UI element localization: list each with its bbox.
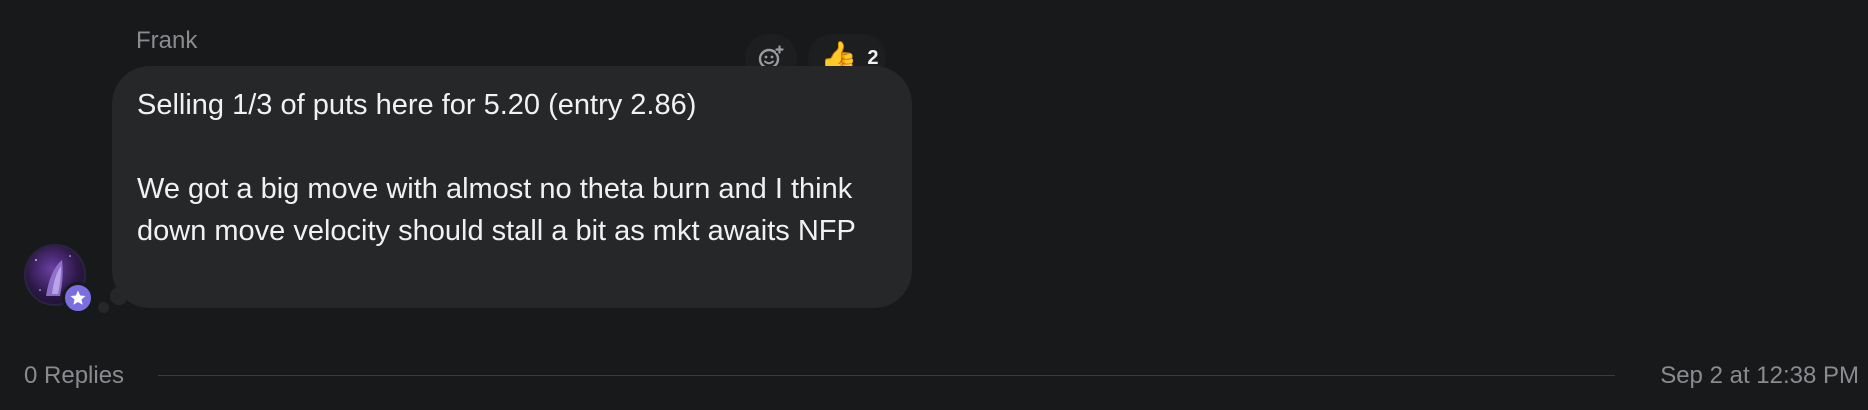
divider	[158, 375, 1615, 376]
sender-name[interactable]: Frank	[136, 27, 197, 55]
replies-link[interactable]: 0 Replies	[24, 362, 124, 390]
avatar-badge	[62, 282, 94, 314]
chat-message-view: Frank 👍 2 Selling 1/3 of puts here for 5…	[0, 0, 1868, 410]
message-paragraph: We got a big move with almost no theta b…	[137, 173, 856, 247]
bubble-tail	[98, 302, 109, 313]
bubble-tail	[110, 287, 128, 305]
message-timestamp: Sep 2 at 12:38 PM	[1660, 362, 1859, 389]
message-paragraph: Selling 1/3 of puts here for 5.20 (entry…	[137, 89, 697, 121]
message-bubble[interactable]: Selling 1/3 of puts here for 5.20 (entry…	[112, 66, 912, 308]
star-icon	[70, 290, 86, 305]
